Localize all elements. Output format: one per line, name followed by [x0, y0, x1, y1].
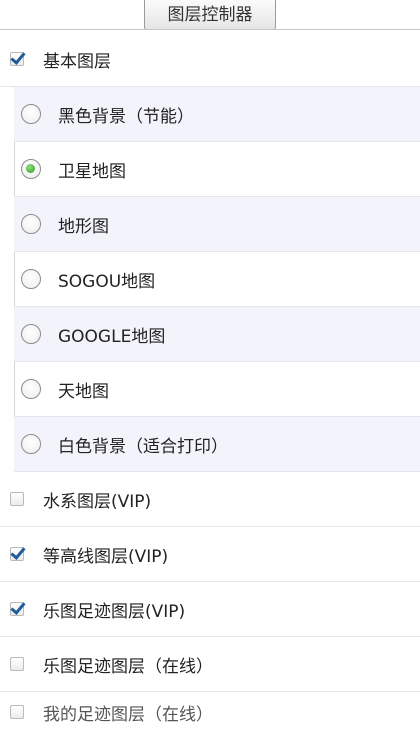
layer-controller-title: 图层控制器: [167, 5, 253, 25]
overlay-label: 乐图足迹图层(VIP): [43, 601, 186, 622]
option-tianditu-map[interactable]: 天地图: [14, 362, 420, 417]
my-track-online-checkbox[interactable]: [10, 705, 24, 719]
letu-track-online-checkbox[interactable]: [10, 657, 24, 671]
option-label: 白色背景（适合打印）: [58, 436, 228, 457]
radio-satellite-map[interactable]: [21, 159, 41, 179]
overlay-label: 乐图足迹图层（在线）: [43, 656, 213, 677]
base-layer-checkbox[interactable]: [10, 52, 24, 66]
option-label: 卫星地图: [58, 161, 126, 182]
contour-layer-checkbox[interactable]: [10, 547, 24, 561]
overlay-letu-track-vip[interactable]: 乐图足迹图层(VIP): [0, 582, 420, 637]
radio-tianditu-map[interactable]: [21, 379, 41, 399]
layer-controller-tab[interactable]: 图层控制器: [144, 0, 276, 30]
option-label: 地形图: [58, 216, 109, 237]
overlay-label: 等高线图层(VIP): [43, 546, 169, 567]
header-divider: [0, 29, 420, 30]
option-label: GOOGLE地图: [58, 326, 166, 347]
option-label: 天地图: [58, 381, 109, 402]
overlay-letu-track-online[interactable]: 乐图足迹图层（在线）: [0, 637, 420, 692]
radio-terrain-map[interactable]: [21, 214, 41, 234]
overlay-water-layer[interactable]: 水系图层(VIP): [0, 472, 420, 527]
option-satellite-map[interactable]: 卫星地图: [14, 142, 420, 197]
radio-sogou-map[interactable]: [21, 269, 41, 289]
overlay-contour-layer[interactable]: 等高线图层(VIP): [0, 527, 420, 582]
base-layer-row[interactable]: 基本图层: [0, 32, 420, 87]
overlay-label: 我的足迹图层（在线）: [43, 704, 213, 725]
letu-track-vip-checkbox[interactable]: [10, 602, 24, 616]
option-sogou-map[interactable]: SOGOU地图: [14, 252, 420, 307]
option-label: 黑色背景（节能）: [58, 106, 194, 127]
option-dark-background[interactable]: 黑色背景（节能）: [14, 87, 420, 142]
option-white-background[interactable]: 白色背景（适合打印）: [14, 417, 420, 472]
water-layer-checkbox[interactable]: [10, 492, 24, 506]
overlay-label: 水系图层(VIP): [43, 491, 152, 512]
radio-white-background[interactable]: [21, 434, 41, 454]
option-label: SOGOU地图: [58, 271, 156, 292]
option-google-map[interactable]: GOOGLE地图: [14, 307, 420, 362]
overlay-my-track-online[interactable]: 我的足迹图层（在线）: [0, 692, 420, 732]
option-terrain-map[interactable]: 地形图: [14, 197, 420, 252]
radio-google-map[interactable]: [21, 324, 41, 344]
radio-dark-background[interactable]: [21, 104, 41, 124]
base-layer-label: 基本图层: [43, 51, 111, 72]
